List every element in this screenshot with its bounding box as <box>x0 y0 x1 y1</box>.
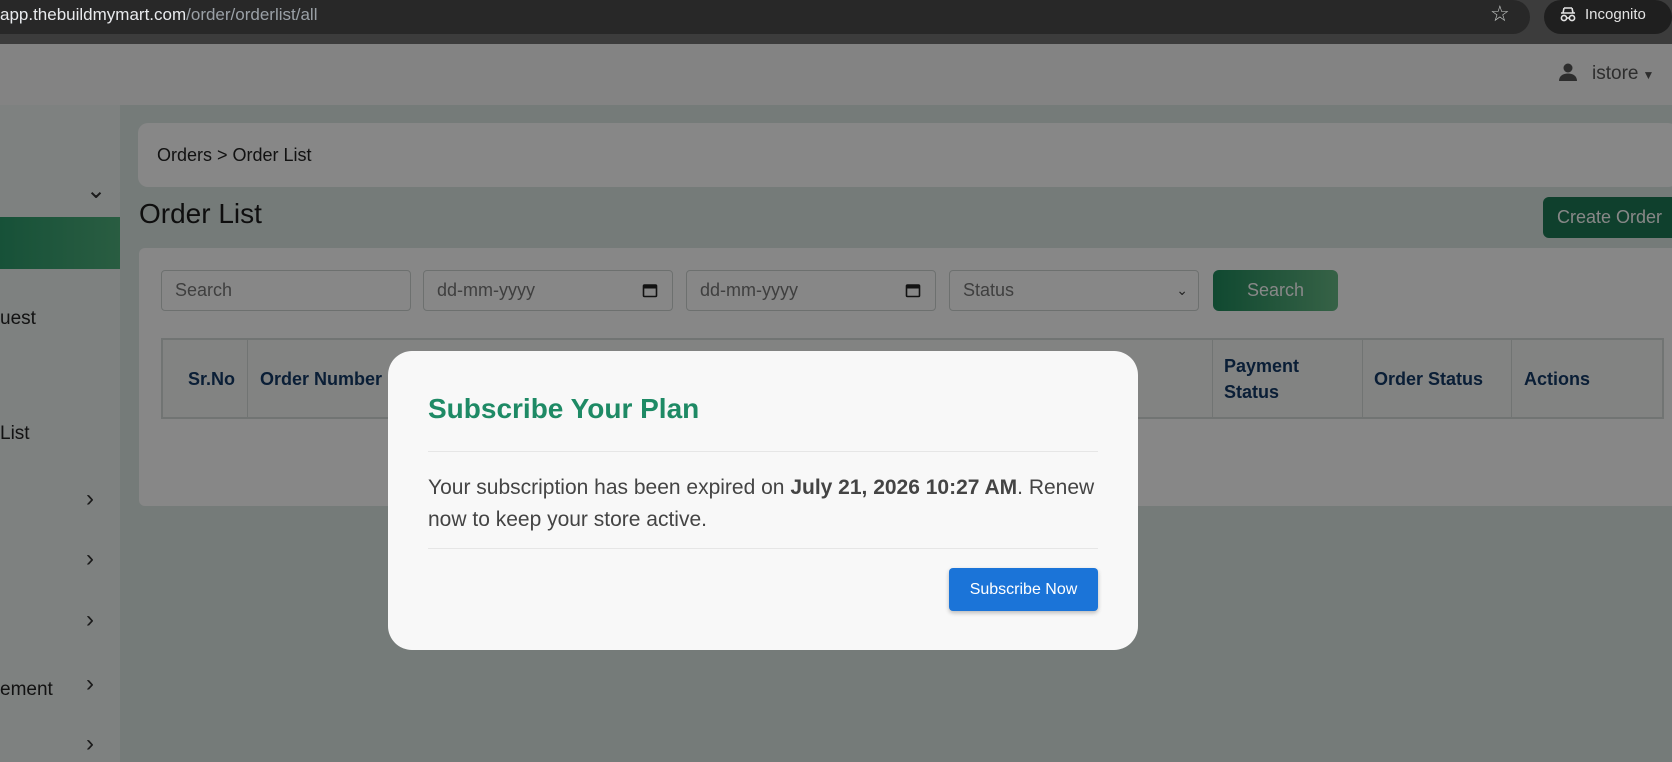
expiry-date: July 21, 2026 10:27 AM <box>790 476 1018 499</box>
message-prefix: Your subscription has been expired on <box>428 476 791 499</box>
divider <box>428 548 1098 549</box>
modal-message: Your subscription has been expired on Ju… <box>428 472 1098 536</box>
url-path: /order/orderlist/all <box>186 5 318 24</box>
subscribe-now-button[interactable]: Subscribe Now <box>949 568 1098 611</box>
incognito-badge[interactable]: Incognito <box>1544 0 1672 34</box>
incognito-icon <box>1560 7 1576 22</box>
address-bar[interactable]: app.thebuildmymart.com/order/orderlist/a… <box>0 0 1530 34</box>
url-host: app.thebuildmymart.com <box>0 5 187 24</box>
browser-toolbar: app.thebuildmymart.com/order/orderlist/a… <box>0 0 1672 44</box>
incognito-label: Incognito <box>1585 6 1646 23</box>
bookmark-star-icon[interactable]: ☆ <box>1490 2 1514 26</box>
divider <box>428 451 1098 452</box>
modal-title: Subscribe Your Plan <box>428 393 700 424</box>
subscription-modal: Subscribe Your Plan Your subscription ha… <box>388 351 1138 650</box>
